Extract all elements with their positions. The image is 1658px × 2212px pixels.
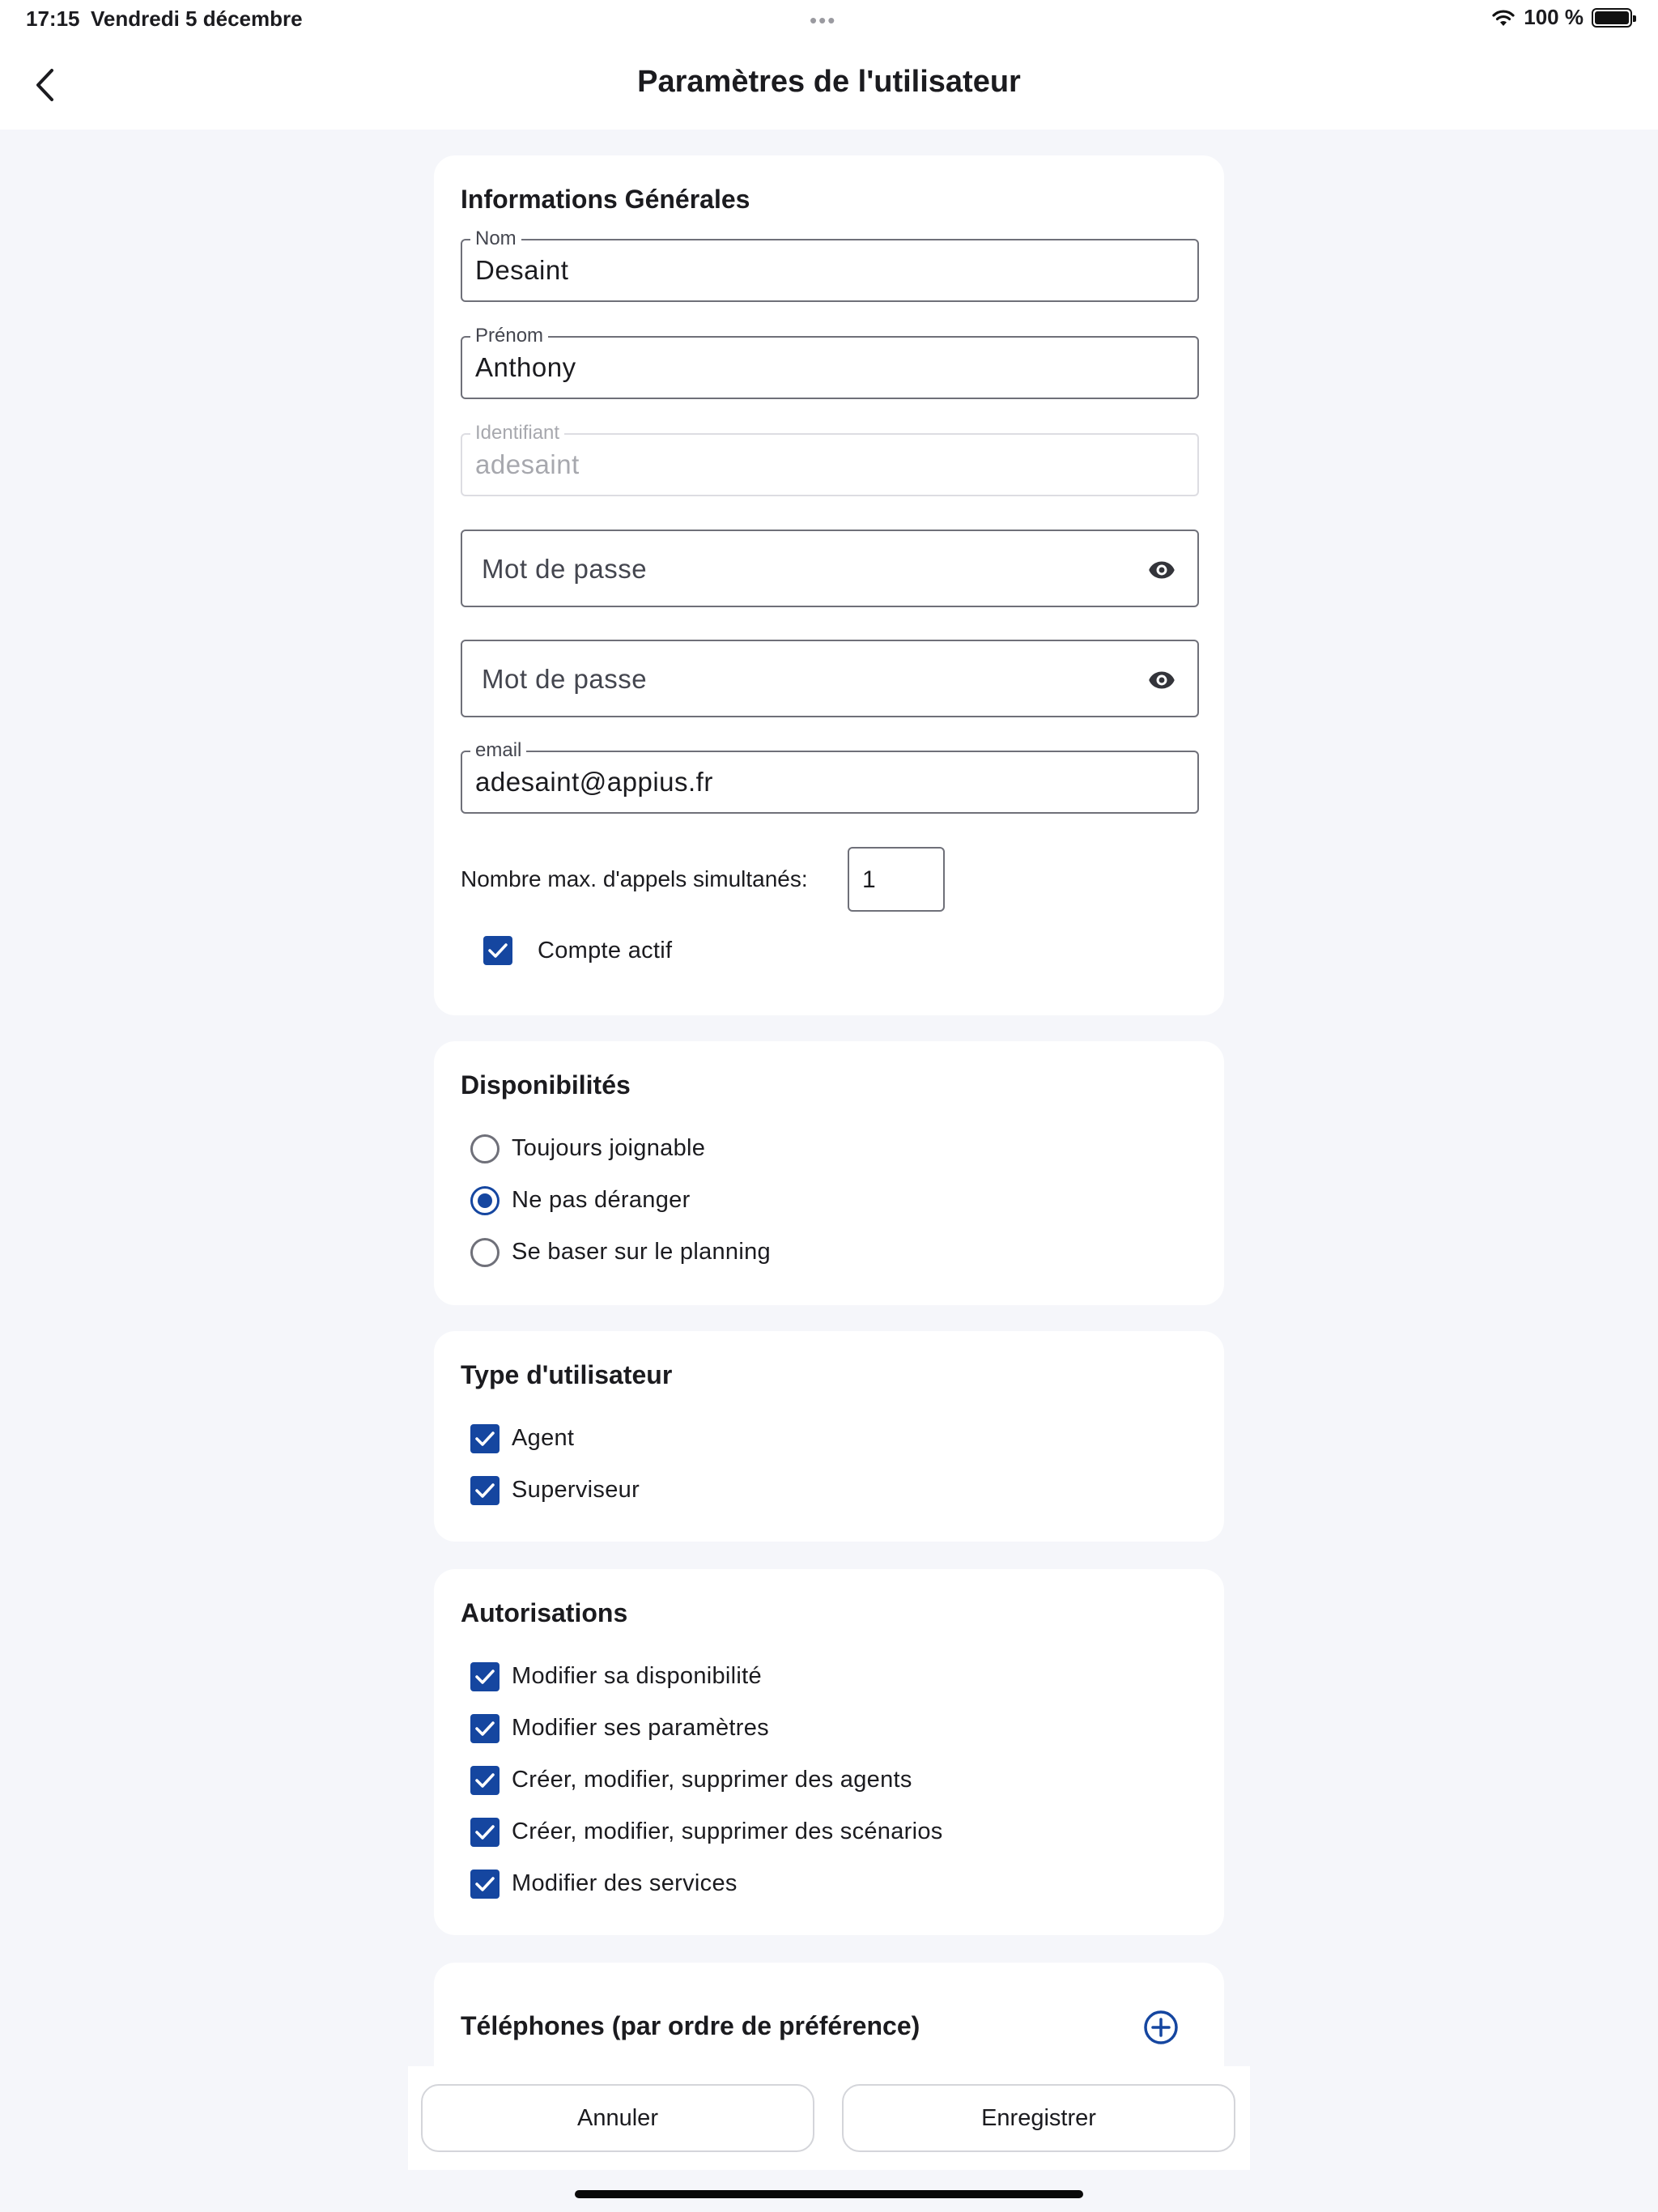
action-bar: Annuler Enregistrer — [408, 2066, 1250, 2170]
add-circle-icon[interactable] — [1143, 2010, 1179, 2045]
radio-always-reachable[interactable] — [470, 1134, 500, 1163]
supervisor-checkbox[interactable] — [470, 1476, 500, 1505]
password-confirm-field[interactable]: Mot de passe — [461, 640, 1199, 717]
password-confirm-placeholder: Mot de passe — [482, 664, 648, 694]
general-info-title: Informations Générales — [461, 185, 750, 214]
radio-do-not-disturb-label[interactable]: Ne pas déranger — [512, 1187, 691, 1214]
radio-always-reachable-label[interactable]: Toujours joignable — [512, 1135, 705, 1162]
perm-edit-settings-label[interactable]: Modifier ses paramètres — [512, 1715, 769, 1742]
perm-manage-agents-checkbox[interactable] — [470, 1766, 500, 1795]
perm-manage-agents-label[interactable]: Créer, modifier, supprimer des agents — [512, 1767, 912, 1793]
wifi-icon — [1492, 9, 1515, 26]
user-type-title: Type d'utilisateur — [461, 1360, 673, 1389]
identifiant-field: Identifiant adesaint — [461, 422, 1199, 496]
radio-do-not-disturb[interactable] — [470, 1186, 500, 1215]
eye-icon[interactable] — [1147, 666, 1176, 695]
prenom-label: Prénom — [470, 325, 549, 347]
availability-card: Disponibilités Toujours joignable Ne pas… — [434, 1041, 1224, 1305]
perm-edit-availability-label[interactable]: Modifier sa disponibilité — [512, 1663, 762, 1690]
top-bar: 17:15 Vendredi 5 décembre ••• 100 % Para… — [0, 0, 1658, 130]
checkmark-icon — [475, 1721, 495, 1736]
save-button[interactable]: Enregistrer — [842, 2084, 1235, 2152]
checkmark-icon — [488, 943, 508, 958]
general-info-card: Informations Générales Nom Desaint Préno… — [434, 155, 1224, 1015]
status-date: Vendredi 5 décembre — [91, 6, 303, 31]
supervisor-label[interactable]: Superviseur — [512, 1477, 640, 1504]
prenom-value: Anthony — [475, 352, 576, 382]
perm-manage-scenarios-label[interactable]: Créer, modifier, supprimer des scénarios — [512, 1819, 943, 1845]
password-placeholder: Mot de passe — [482, 554, 648, 584]
perm-edit-availability-checkbox[interactable] — [470, 1662, 500, 1691]
email-value: adesaint@appius.fr — [475, 767, 713, 797]
radio-planning-label[interactable]: Se baser sur le planning — [512, 1239, 771, 1266]
permissions-title: Autorisations — [461, 1598, 628, 1627]
nom-value: Desaint — [475, 255, 569, 285]
availability-title: Disponibilités — [461, 1070, 631, 1100]
perm-edit-services-label[interactable]: Modifier des services — [512, 1870, 738, 1897]
cancel-button[interactable]: Annuler — [421, 2084, 814, 2152]
password-field[interactable]: Mot de passe — [461, 530, 1199, 607]
active-account-label: Compte actif — [538, 938, 673, 963]
identifiant-label: Identifiant — [470, 422, 565, 445]
phones-title: Téléphones (par ordre de préférence) — [461, 2011, 920, 2040]
agent-checkbox[interactable] — [470, 1424, 500, 1453]
max-calls-input[interactable]: 1 — [848, 847, 945, 912]
perm-edit-settings-checkbox[interactable] — [470, 1714, 500, 1743]
nom-field[interactable]: Nom Desaint — [461, 228, 1199, 302]
battery-icon — [1592, 7, 1636, 28]
checkmark-icon — [475, 1773, 495, 1788]
status-time: 17:15 — [26, 6, 80, 31]
perm-edit-services-checkbox[interactable] — [470, 1870, 500, 1899]
checkmark-icon — [475, 1483, 495, 1498]
checkmark-icon — [475, 1670, 495, 1684]
prenom-field[interactable]: Prénom Anthony — [461, 325, 1199, 399]
identifiant-value: adesaint — [475, 449, 580, 479]
eye-icon[interactable] — [1147, 555, 1176, 585]
multitasking-dots-icon[interactable]: ••• — [810, 8, 836, 33]
battery-percent: 100 % — [1524, 5, 1584, 29]
page-title: Paramètres de l'utilisateur — [637, 65, 1021, 99]
max-calls-value: 1 — [862, 866, 876, 893]
max-calls-label: Nombre max. d'appels simultanés: — [461, 866, 808, 891]
user-type-card: Type d'utilisateur Agent Superviseur — [434, 1331, 1224, 1542]
active-account-checkbox[interactable] — [483, 936, 512, 965]
permissions-card: Autorisations Modifier sa disponibilité … — [434, 1569, 1224, 1935]
agent-label[interactable]: Agent — [512, 1425, 574, 1452]
radio-planning[interactable] — [470, 1238, 500, 1267]
checkmark-icon — [475, 1431, 495, 1446]
email-label: email — [470, 739, 527, 762]
email-field[interactable]: email adesaint@appius.fr — [461, 739, 1199, 814]
checkmark-icon — [475, 1825, 495, 1840]
checkmark-icon — [475, 1877, 495, 1891]
home-indicator[interactable] — [575, 2190, 1083, 2198]
perm-manage-scenarios-checkbox[interactable] — [470, 1818, 500, 1847]
status-indicators: 100 % — [1491, 5, 1636, 30]
nom-label: Nom — [470, 228, 521, 250]
